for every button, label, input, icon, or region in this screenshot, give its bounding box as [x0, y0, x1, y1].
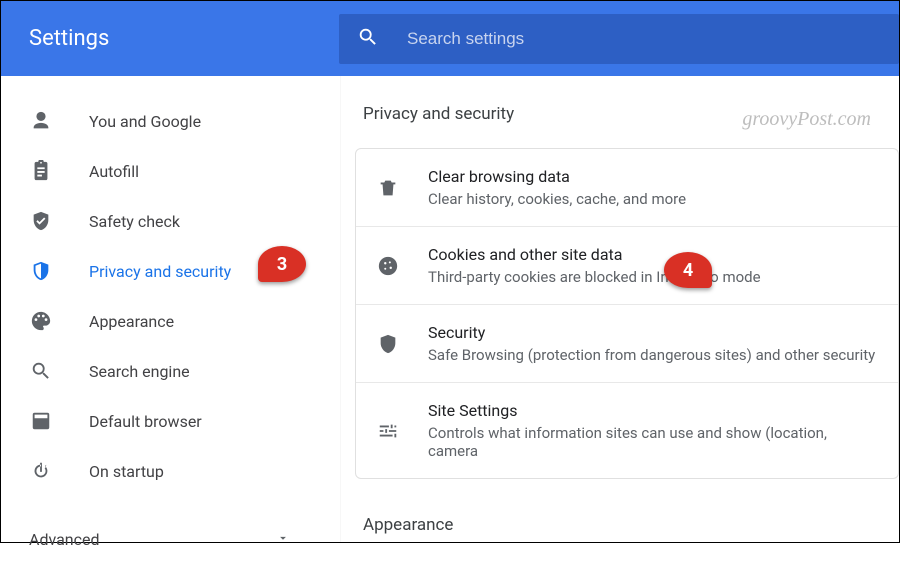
- row-text: Site Settings Controls what information …: [428, 401, 878, 460]
- sidebar: You and Google Autofill Safety check Pri…: [1, 76, 341, 542]
- row-text: Security Safe Browsing (protection from …: [428, 323, 875, 364]
- search-box[interactable]: [339, 14, 899, 64]
- sidebar-item-label: Privacy and security: [89, 262, 231, 281]
- sidebar-item-privacy-security[interactable]: Privacy and security: [1, 246, 340, 296]
- sidebar-item-default-browser[interactable]: Default browser: [1, 396, 340, 446]
- sidebar-item-label: Safety check: [89, 212, 180, 231]
- chevron-down-icon: [276, 530, 290, 549]
- row-text: Clear browsing data Clear history, cooki…: [428, 167, 686, 208]
- row-cookies[interactable]: Cookies and other site data Third-party …: [356, 226, 898, 304]
- row-title: Site Settings: [428, 401, 878, 420]
- row-subtitle: Clear history, cookies, cache, and more: [428, 190, 686, 208]
- content: groovyPost.com Privacy and security Clea…: [341, 76, 899, 542]
- row-text: Cookies and other site data Third-party …: [428, 245, 761, 286]
- sidebar-item-label: Search engine: [89, 362, 190, 381]
- clipboard-icon: [29, 159, 53, 183]
- sliders-icon: [376, 419, 400, 443]
- advanced-label: Advanced: [29, 530, 100, 549]
- shield-check-icon: [29, 209, 53, 233]
- cookie-icon: [376, 254, 400, 278]
- sidebar-item-on-startup[interactable]: On startup: [1, 446, 340, 496]
- shield-icon: [376, 332, 400, 356]
- sidebar-item-label: You and Google: [89, 112, 201, 131]
- search-icon: [357, 26, 379, 52]
- header: Settings: [1, 1, 899, 76]
- row-subtitle: Third-party cookies are blocked in Incog…: [428, 268, 761, 286]
- sidebar-item-safety-check[interactable]: Safety check: [1, 196, 340, 246]
- trash-icon: [376, 176, 400, 200]
- row-title: Security: [428, 323, 875, 342]
- sidebar-item-you-and-google[interactable]: You and Google: [1, 96, 340, 146]
- row-title: Cookies and other site data: [428, 245, 761, 264]
- power-icon: [29, 459, 53, 483]
- sidebar-item-autofill[interactable]: Autofill: [1, 146, 340, 196]
- sidebar-item-label: Appearance: [89, 312, 174, 331]
- row-site-settings[interactable]: Site Settings Controls what information …: [356, 382, 898, 478]
- row-security[interactable]: Security Safe Browsing (protection from …: [356, 304, 898, 382]
- sidebar-item-label: On startup: [89, 462, 164, 481]
- row-subtitle: Safe Browsing (protection from dangerous…: [428, 346, 875, 364]
- section-title-privacy: Privacy and security: [363, 104, 899, 124]
- sidebar-item-search-engine[interactable]: Search engine: [1, 346, 340, 396]
- row-subtitle: Controls what information sites can use …: [428, 424, 878, 460]
- page-title: Settings: [29, 26, 339, 51]
- section-title-appearance: Appearance: [363, 515, 899, 535]
- advanced-toggle[interactable]: Advanced: [1, 514, 340, 564]
- main: You and Google Autofill Safety check Pri…: [1, 76, 899, 542]
- browser-icon: [29, 409, 53, 433]
- sidebar-item-appearance[interactable]: Appearance: [1, 296, 340, 346]
- row-clear-browsing-data[interactable]: Clear browsing data Clear history, cooki…: [356, 149, 898, 226]
- person-icon: [29, 109, 53, 133]
- sidebar-item-label: Autofill: [89, 162, 139, 181]
- sidebar-item-label: Default browser: [89, 412, 202, 431]
- privacy-card: Clear browsing data Clear history, cooki…: [355, 148, 899, 479]
- palette-icon: [29, 309, 53, 333]
- search-icon: [29, 359, 53, 383]
- row-title: Clear browsing data: [428, 167, 686, 186]
- search-input[interactable]: [407, 29, 881, 49]
- shield-icon: [29, 259, 53, 283]
